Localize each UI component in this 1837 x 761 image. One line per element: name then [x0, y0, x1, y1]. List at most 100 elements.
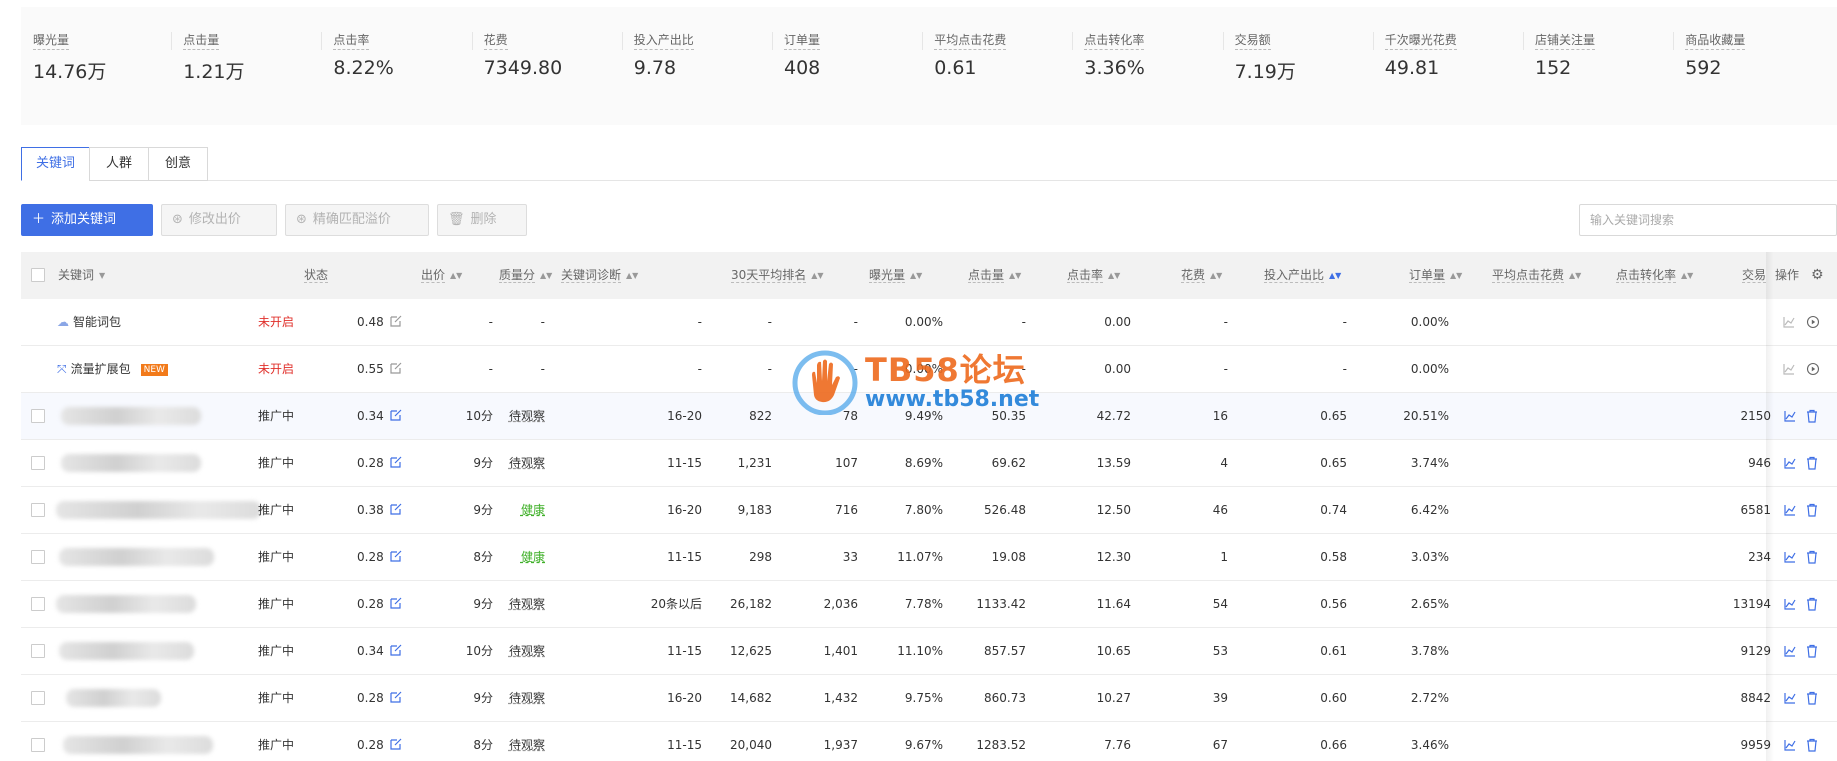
orders-cell: 53	[1212, 644, 1228, 658]
roi-cell: 13.59	[1096, 456, 1131, 470]
edit-icon[interactable]	[390, 691, 402, 703]
header-roi[interactable]: 投入产出比 ▲▼	[1264, 252, 1341, 299]
edit-icon[interactable]	[390, 550, 402, 562]
cpc-cell: 0.65	[1320, 456, 1347, 470]
diagnosis-cell[interactable]: 待观察	[501, 581, 545, 628]
trend-chart-icon[interactable]	[1782, 362, 1796, 376]
table-row[interactable]: 推广中 0.28 9分 待观察 16-20 14,682 1,432 9.75% 860.73 1…	[21, 675, 1837, 722]
header-rank30[interactable]: 30天平均排名 ▲▼	[731, 252, 824, 299]
trash-icon[interactable]	[1805, 456, 1819, 470]
header-cost[interactable]: 花费 ▲▼	[1181, 252, 1222, 299]
trash-icon[interactable]	[1805, 550, 1819, 564]
trend-chart-icon[interactable]	[1783, 503, 1797, 517]
header-keyword[interactable]: 关键词 ▼	[58, 252, 105, 299]
metric-label: 投入产出比	[633, 31, 694, 50]
metric-value: 1.21万	[183, 61, 245, 83]
trend-chart-icon[interactable]	[1783, 409, 1797, 423]
bid-cell: 0.28	[357, 675, 402, 722]
header-gmv[interactable]: 交易	[1742, 252, 1767, 299]
row-checkbox[interactable]	[31, 644, 45, 658]
table-row[interactable]: 推广中 0.34 10分 待观察 11-15 12,625 1,401 11.10% 857.5…	[21, 628, 1837, 675]
edit-icon[interactable]	[390, 362, 402, 374]
tab-audience[interactable]: 人群	[89, 147, 149, 181]
trend-chart-icon[interactable]	[1783, 691, 1797, 705]
column-settings-icon[interactable]: ⚙	[1811, 252, 1824, 299]
watermark: TB58论坛 www.tb58.net	[790, 345, 1050, 420]
tab-creative[interactable]: 创意	[148, 147, 208, 181]
row-checkbox[interactable]	[31, 550, 45, 564]
clicks-cell: 107	[835, 456, 858, 470]
row-checkbox[interactable]	[31, 503, 45, 517]
select-all-checkbox[interactable]	[31, 268, 45, 282]
diagnosis-cell[interactable]: 健康	[501, 487, 545, 534]
diagnosis-cell[interactable]: 待观察	[501, 675, 545, 722]
header-diagnosis[interactable]: 关键词诊断 ▲▼	[561, 252, 638, 299]
expand-icon: ⤧	[57, 362, 67, 376]
row-checkbox[interactable]	[31, 691, 45, 705]
header-cpc[interactable]: 平均点击花费 ▲▼	[1492, 252, 1581, 299]
diagnosis-cell[interactable]: 健康	[501, 534, 545, 581]
bid-cell: 0.28	[357, 440, 402, 487]
quality-cell: 8分	[473, 550, 493, 564]
row-checkbox[interactable]	[31, 409, 45, 423]
trend-chart-icon[interactable]	[1783, 597, 1797, 611]
header-quality[interactable]: 质量分 ▲▼	[499, 252, 552, 299]
header-impressions[interactable]: 曝光量 ▲▼	[869, 252, 922, 299]
edit-icon[interactable]	[390, 315, 402, 327]
keyword-search-input[interactable]	[1590, 213, 1826, 227]
metric-divider	[621, 32, 623, 50]
modify-bid-button[interactable]: ⊛ 修改出价	[161, 204, 277, 236]
quality-cell: 8分	[473, 738, 493, 752]
row-checkbox[interactable]	[31, 738, 45, 752]
table-row[interactable]: 推广中 0.28 8分 健康 11-15 298 33 11.07% 19.08 12.30 1 0.…	[21, 534, 1837, 581]
enable-icon[interactable]	[1806, 362, 1820, 376]
edit-icon[interactable]	[390, 456, 402, 468]
enable-icon[interactable]	[1806, 315, 1820, 329]
keyword-search[interactable]	[1579, 204, 1837, 236]
trash-icon[interactable]	[1805, 691, 1819, 705]
trend-chart-icon[interactable]	[1782, 315, 1796, 329]
header-ctr[interactable]: 点击率 ▲▼	[1067, 252, 1120, 299]
header-bid[interactable]: 出价 ▲▼	[421, 252, 462, 299]
diagnosis-cell[interactable]: 待观察	[501, 393, 545, 440]
gmv-cell: 946	[1748, 456, 1771, 470]
diagnosis-cell[interactable]: 待观察	[501, 440, 545, 487]
row-checkbox[interactable]	[31, 597, 45, 611]
trash-icon[interactable]	[1805, 738, 1819, 752]
filter-icon[interactable]: ▼	[99, 252, 105, 299]
table-row[interactable]: 推广中 0.38 9分 健康 16-20 9,183 716 7.80% 526.48 12.50…	[21, 487, 1837, 534]
table-row[interactable]: 推广中 0.28 9分 待观察 20条以后 26,182 2,036 7.78% 1133.42…	[21, 581, 1837, 628]
table-row[interactable]: 推广中 0.28 8分 待观察 11-15 20,040 1,937 9.67% 1283.52…	[21, 722, 1837, 761]
metric-value: 7.19万	[1234, 61, 1296, 83]
trash-icon[interactable]	[1805, 409, 1819, 423]
edit-icon[interactable]	[390, 409, 402, 421]
table-header: 关键词 ▼ 状态 出价 ▲▼ 质量分 ▲▼ 关键词诊断 ▲▼ 30天平均排名 ▲▼ 曝光量…	[21, 252, 1837, 299]
diagnosis-cell[interactable]: 待观察	[501, 722, 545, 761]
header-clicks[interactable]: 点击量 ▲▼	[968, 252, 1021, 299]
tab-keywords[interactable]: 关键词	[21, 147, 90, 181]
edit-icon[interactable]	[390, 644, 402, 656]
trend-chart-icon[interactable]	[1783, 738, 1797, 752]
keyword-name: 流量扩展包	[70, 362, 131, 376]
add-keyword-button[interactable]: ＋ 添加关键词	[21, 204, 153, 236]
row-checkbox[interactable]	[31, 456, 45, 470]
trash-icon[interactable]	[1805, 597, 1819, 611]
edit-icon[interactable]	[390, 503, 402, 515]
edit-icon[interactable]	[390, 738, 402, 750]
edit-icon[interactable]	[390, 597, 402, 609]
trend-chart-icon[interactable]	[1783, 456, 1797, 470]
clicks-cell: 716	[835, 503, 858, 517]
trend-chart-icon[interactable]	[1783, 644, 1797, 658]
header-cvr[interactable]: 点击转化率 ▲▼	[1616, 252, 1693, 299]
exact-match-premium-button[interactable]: ⊛ 精确匹配溢价	[285, 204, 429, 236]
diagnosis-cell[interactable]: 待观察	[501, 628, 545, 675]
cpc-cell: -	[1342, 315, 1347, 329]
delete-button[interactable]: 🗑 删除	[437, 204, 527, 236]
header-orders[interactable]: 订单量 ▲▼	[1409, 252, 1462, 299]
rank-cell: 16-20	[667, 409, 702, 423]
trend-chart-icon[interactable]	[1783, 550, 1797, 564]
trash-icon[interactable]	[1805, 503, 1819, 517]
table-row[interactable]: 推广中 0.28 9分 待观察 11-15 1,231 107 8.69% 69.62 13.59…	[21, 440, 1837, 487]
trash-icon[interactable]	[1805, 644, 1819, 658]
impressions-cell: 298	[749, 550, 772, 564]
